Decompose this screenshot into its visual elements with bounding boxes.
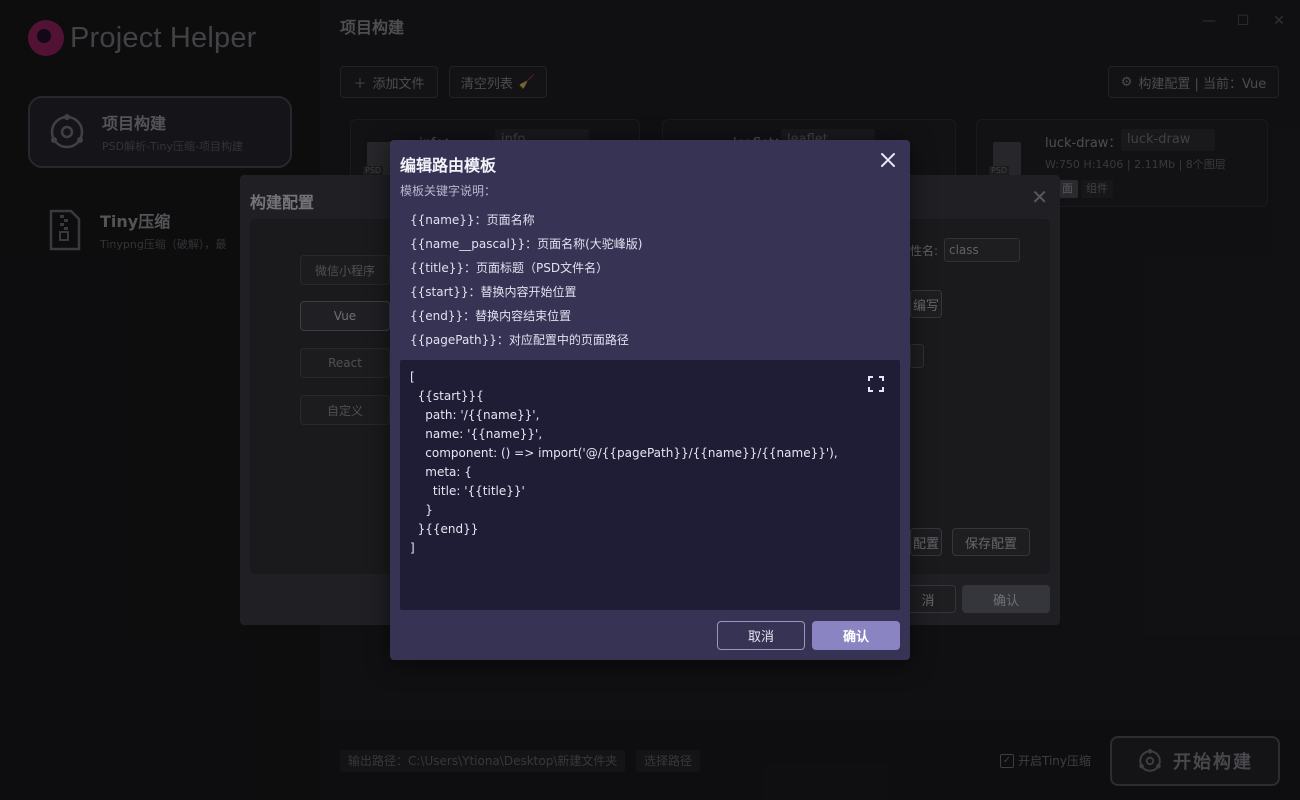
keyword-item: {{name}}：页面名称 — [410, 213, 535, 227]
close-icon[interactable] — [878, 150, 898, 170]
confirm-button[interactable]: 确认 — [812, 621, 900, 650]
template-code-text[interactable]: [ {{start}}{ path: '/{{name}}', name: '{… — [410, 368, 838, 558]
keyword-item: {{end}}：替换内容结束位置 — [410, 309, 572, 323]
keyword-item: {{title}}：页面标题（PSD文件名） — [410, 261, 609, 275]
edit-route-template-dialog: 编辑路由模板 模板关键字说明： {{name}}：页面名称 {{name__pa… — [390, 140, 910, 660]
keyword-item: {{pagePath}}：对应配置中的页面路径 — [410, 333, 629, 347]
keyword-description-label: 模板关键字说明： — [400, 184, 497, 198]
dialog-title: 编辑路由模板 — [400, 156, 497, 175]
keyword-item: {{name__pascal}}：页面名称(大驼峰版) — [410, 237, 643, 251]
keyword-item: {{start}}：替换内容开始位置 — [410, 285, 577, 299]
keyword-list: {{name}}：页面名称 {{name__pascal}}：页面名称(大驼峰版… — [410, 208, 642, 352]
template-code-editor[interactable]: [ {{start}}{ path: '/{{name}}', name: '{… — [400, 360, 900, 610]
cancel-button[interactable]: 取消 — [717, 621, 805, 650]
fullscreen-icon[interactable] — [868, 376, 884, 392]
